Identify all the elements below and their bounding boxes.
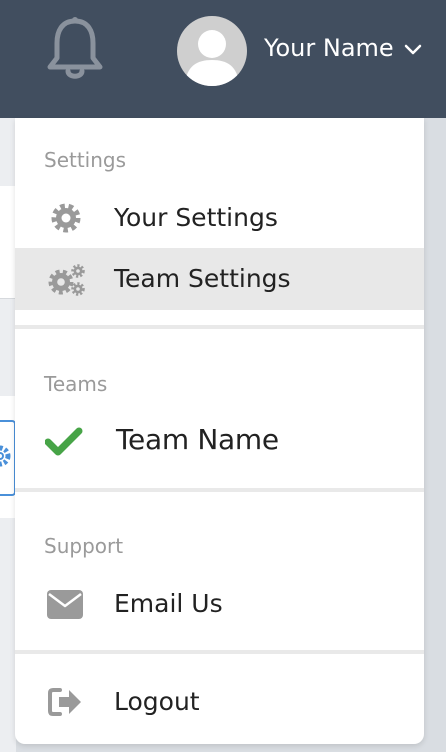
menu-divider <box>15 488 424 492</box>
background-card <box>0 186 16 299</box>
gear-icon <box>0 445 11 467</box>
gears-icon <box>48 264 85 296</box>
menu-item-label: Logout <box>114 687 200 716</box>
menu-item-label: Your Settings <box>114 203 278 232</box>
gear-icon <box>51 203 81 233</box>
user-avatar[interactable] <box>177 16 247 86</box>
section-header-teams: Teams <box>44 372 108 396</box>
user-name-label[interactable]: Your Name <box>264 32 394 64</box>
user-dropdown-menu: Settings Your Settings Team Settings Tea… <box>15 118 424 744</box>
sign-out-icon <box>48 688 81 716</box>
check-icon <box>45 427 83 456</box>
menu-item-email-us[interactable]: Email Us <box>15 573 424 635</box>
menu-item-team[interactable]: Team Name <box>15 410 424 472</box>
section-header-support: Support <box>44 534 124 558</box>
bell-icon[interactable] <box>44 16 106 82</box>
user-silhouette-icon <box>185 30 239 86</box>
top-navbar: Your Name <box>0 0 446 118</box>
menu-item-team-settings[interactable]: Team Settings <box>15 248 424 310</box>
menu-item-label: Email Us <box>114 589 223 618</box>
menu-item-label: Team Settings <box>114 264 291 293</box>
section-header-settings: Settings <box>44 148 127 172</box>
menu-divider <box>15 650 424 654</box>
menu-item-your-settings[interactable]: Your Settings <box>15 187 424 249</box>
menu-divider <box>15 325 424 329</box>
menu-item-label: Team Name <box>116 423 279 456</box>
envelope-icon <box>47 590 83 619</box>
chevron-down-icon[interactable] <box>404 43 422 57</box>
menu-item-logout[interactable]: Logout <box>15 671 424 733</box>
